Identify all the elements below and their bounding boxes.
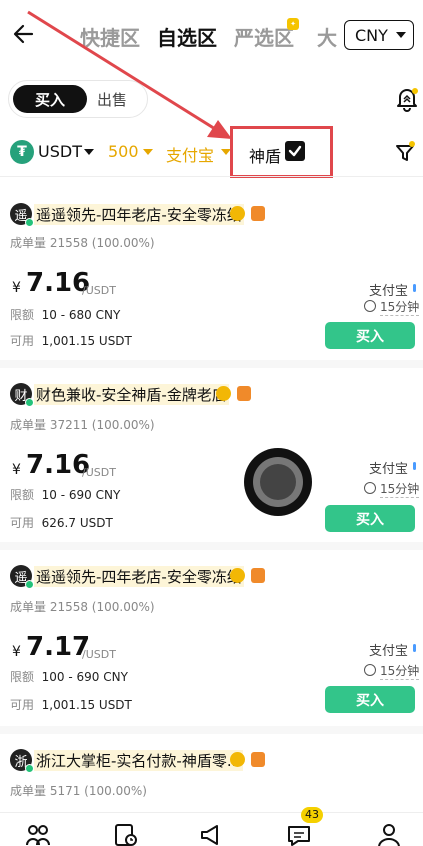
filter-bar: ₮ USDT 500 支付宝 神盾 [0, 126, 423, 178]
back-arrow-icon[interactable] [12, 20, 36, 48]
shield-badge-icon [237, 386, 251, 401]
ad-available: 可用 1,001.15 USDT [10, 334, 132, 348]
payment-color-bar [413, 644, 416, 652]
sell-tab[interactable]: 出售 [97, 89, 127, 110]
gold-badge-icon [230, 752, 245, 767]
ad-limit: 限额 100 - 690 CNY [10, 670, 128, 684]
currency-symbol: ¥ [12, 280, 21, 296]
buy-sell-toggle: 买入 出售 [8, 80, 148, 118]
order-stats: 成单量 21558 (100.00%) [10, 600, 155, 614]
merchant-name[interactable]: 遥遥领先-四年老店-安全零冻结 [34, 204, 244, 225]
buy-button[interactable]: 买入 [325, 322, 415, 349]
buy-button[interactable]: 买入 [325, 505, 415, 532]
avatar: 财 [10, 383, 34, 407]
coin-filter[interactable]: USDT [38, 142, 82, 161]
megaphone-icon[interactable] [199, 823, 225, 846]
payment-color-bar [413, 462, 416, 470]
check-icon[interactable] [285, 141, 305, 161]
payment-method: 支付宝 [369, 644, 409, 659]
ad-price: 7.16 [26, 268, 91, 298]
shield-filter-label: 神盾 [249, 147, 282, 166]
divider [0, 726, 423, 734]
order-stats: 成单量 21558 (100.00%) [10, 236, 155, 250]
currency-value: CNY [355, 25, 388, 45]
currency-select[interactable]: CNY [344, 20, 414, 50]
bottom-nav: 43 [0, 807, 423, 846]
tab-quick-zone[interactable]: 快捷区 [80, 22, 140, 51]
payment-method: 支付宝 [369, 284, 409, 299]
bell-icon[interactable] [394, 86, 420, 112]
floating-assistive-button[interactable] [244, 448, 312, 516]
chat-icon[interactable] [286, 823, 312, 846]
payment-time: 15分钟 [380, 664, 420, 680]
payment-time: 15分钟 [380, 482, 420, 498]
shield-badge-icon [251, 752, 265, 767]
gold-badge-icon [216, 386, 231, 401]
tab-selected-zone[interactable]: 自选区 [157, 22, 217, 51]
ring-core [260, 464, 296, 500]
clock-icon [364, 664, 376, 676]
tab-big-zone[interactable]: 大 [317, 22, 337, 51]
price-unit: /USDT [82, 466, 116, 479]
gold-badge-icon [230, 568, 245, 583]
payment-method: 支付宝 [369, 462, 409, 477]
price-unit: /USDT [82, 648, 116, 661]
clock-icon [364, 482, 376, 494]
shield-badge-icon [251, 568, 265, 583]
price-unit: /USDT [82, 284, 116, 297]
clock-icon [364, 300, 376, 312]
tab-strict-zone[interactable]: 严选区 [234, 22, 294, 51]
order-stats: 成单量 37211 (100.00%) [10, 418, 155, 432]
merchant-name[interactable]: 遥遥领先-四年老店-安全零冻结 [34, 566, 244, 587]
merchant-name[interactable]: 浙江大掌柜-实名付款-神盾零... [34, 750, 244, 771]
ad-limit: 限额 10 - 690 CNY [10, 488, 121, 502]
ad-available: 可用 1,001.15 USDT [10, 698, 132, 712]
avatar: 浙 [10, 749, 34, 773]
buy-tab[interactable]: 买入 [13, 85, 87, 113]
orders-icon[interactable] [113, 823, 139, 846]
divider [0, 542, 423, 550]
ad-limit: 限额 10 - 680 CNY [10, 308, 121, 322]
payment-color-bar [413, 284, 416, 292]
p2p-icon[interactable] [25, 823, 51, 846]
tether-icon: ₮ [10, 140, 34, 164]
order-stats: 成单量 5171 (100.00%) [10, 784, 147, 798]
chevron-down-icon [143, 149, 153, 155]
chevron-down-icon [84, 149, 94, 155]
ad-available: 可用 626.7 USDT [10, 516, 113, 530]
ad-price: 7.17 [26, 632, 91, 662]
filter-icon[interactable] [394, 140, 416, 164]
avatar: 遥 [10, 565, 34, 589]
gold-badge-icon [230, 206, 245, 221]
divider [0, 176, 423, 177]
message-count-badge: 43 [301, 807, 323, 823]
payment-time: 15分钟 [380, 300, 420, 316]
ad-price: 7.16 [26, 450, 91, 480]
divider [0, 360, 423, 368]
payment-filter[interactable]: 支付宝 [166, 142, 214, 166]
buy-button[interactable]: 买入 [325, 686, 415, 713]
currency-symbol: ¥ [12, 462, 21, 478]
shield-filter-highlight: 神盾 [230, 126, 333, 178]
shield-badge-icon [251, 206, 265, 221]
new-badge: ✦ [287, 18, 299, 30]
top-header: 快捷区 自选区 严选区 ✦ 大 CNY [0, 0, 423, 70]
amount-filter[interactable]: 500 [108, 142, 139, 161]
profile-icon[interactable] [376, 823, 402, 846]
currency-symbol: ¥ [12, 644, 21, 660]
chevron-down-icon [395, 32, 406, 38]
avatar: 遥 [10, 203, 34, 227]
merchant-name[interactable]: 财色兼收-安全神盾-金牌老店 [34, 384, 229, 405]
